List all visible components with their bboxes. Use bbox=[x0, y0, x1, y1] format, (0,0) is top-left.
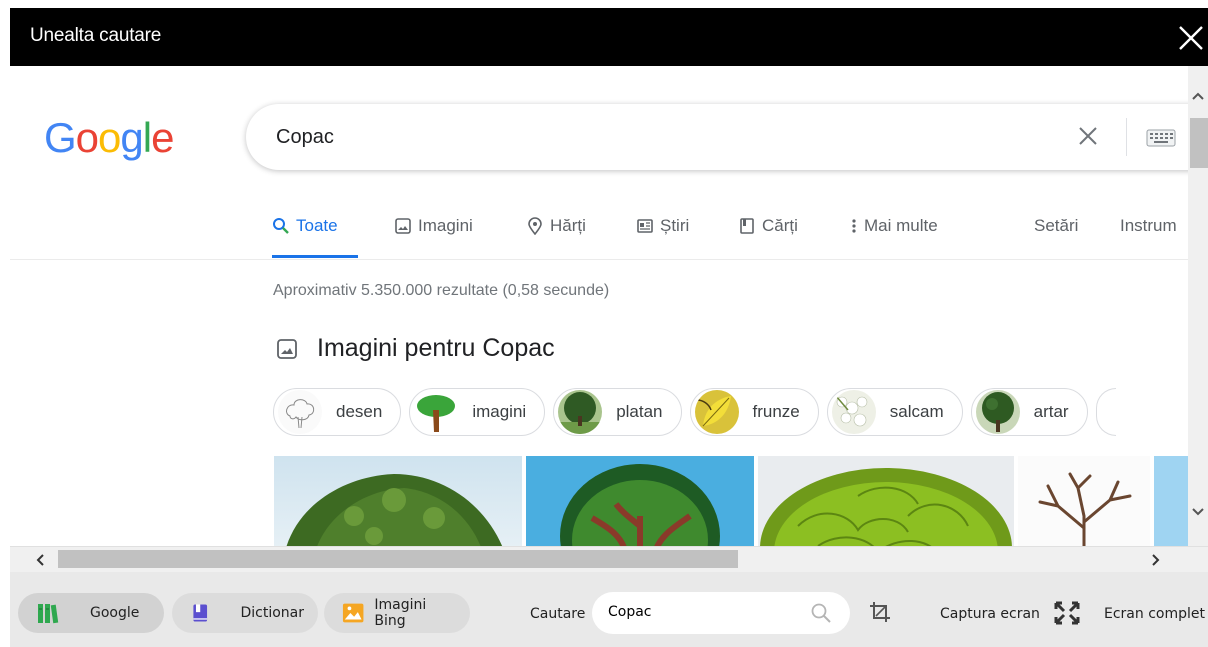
related-chips: desen imagini platan frunze salcam artar bbox=[273, 388, 1116, 436]
tab-instrumente[interactable]: Instrum bbox=[1120, 216, 1177, 236]
tab-label: Hărți bbox=[550, 216, 586, 235]
tab-imagini[interactable]: Imagini bbox=[394, 216, 473, 236]
search-query[interactable]: Copac bbox=[276, 126, 334, 149]
image-result-oak[interactable] bbox=[274, 456, 522, 546]
search-icon[interactable] bbox=[810, 602, 832, 624]
chip-label: frunze bbox=[752, 402, 800, 421]
horizontal-scrollbar[interactable] bbox=[10, 546, 1208, 573]
chip-partial[interactable] bbox=[1095, 388, 1116, 436]
tab-harti[interactable]: Hărți bbox=[526, 216, 586, 236]
logo-letter-l: l bbox=[142, 114, 152, 161]
acacia-flowers-thumb bbox=[831, 390, 876, 434]
title-bar: Unealta cautare bbox=[10, 8, 1208, 66]
chip-artar[interactable]: artar bbox=[970, 388, 1088, 436]
google-logo[interactable]: Google bbox=[44, 114, 174, 162]
chip-label: imagini bbox=[472, 402, 527, 421]
active-tab-indicator bbox=[272, 255, 358, 258]
search-divider bbox=[1126, 118, 1127, 156]
chip-label: artar bbox=[1033, 402, 1069, 421]
toolbar-search-field[interactable] bbox=[592, 592, 850, 634]
chip-imagini[interactable]: imagini bbox=[409, 388, 546, 436]
search-icon bbox=[273, 218, 289, 234]
google-button[interactable]: Google bbox=[18, 593, 164, 633]
horizontal-scroll-thumb[interactable] bbox=[58, 550, 738, 568]
chip-platan[interactable]: platan bbox=[553, 388, 682, 436]
tab-stiri[interactable]: Știri bbox=[636, 216, 689, 236]
dictionar-button[interactable]: Dictionar bbox=[172, 593, 318, 633]
imagini-bing-button[interactable]: Imagini Bing bbox=[324, 593, 470, 633]
chip-salcam[interactable]: salcam bbox=[826, 388, 963, 436]
tree-sketch-thumb bbox=[278, 390, 322, 434]
more-vert-icon bbox=[852, 219, 856, 233]
image-icon bbox=[395, 218, 411, 234]
images-heading[interactable]: Imagini pentru Copac bbox=[275, 334, 555, 363]
logo-letter-o2: o bbox=[98, 114, 121, 161]
tab-label: Imagini bbox=[418, 216, 473, 235]
logo-letter-g2: g bbox=[120, 114, 143, 161]
logo-letter-o1: o bbox=[75, 114, 99, 161]
clear-icon[interactable] bbox=[1076, 124, 1100, 148]
books-icon bbox=[38, 604, 59, 624]
scroll-right-icon[interactable] bbox=[1148, 552, 1164, 568]
image-icon bbox=[277, 338, 297, 359]
chip-label: salcam bbox=[889, 402, 944, 421]
logo-letter-e: e bbox=[151, 114, 174, 161]
imagini-bing-button-label: Imagini Bing bbox=[374, 597, 427, 629]
tab-carti[interactable]: Cărți bbox=[738, 216, 798, 236]
image-result-partial[interactable] bbox=[1154, 456, 1188, 546]
image-result-cartoon-tree[interactable] bbox=[526, 456, 754, 546]
google-button-label: Google bbox=[90, 605, 140, 621]
book-icon bbox=[740, 218, 754, 234]
crop-icon[interactable] bbox=[868, 600, 892, 624]
close-icon[interactable] bbox=[1174, 21, 1208, 55]
tab-setari[interactable]: Setări bbox=[1034, 216, 1078, 236]
logo-letter-g1: G bbox=[44, 114, 77, 161]
keyboard-icon[interactable] bbox=[1146, 129, 1176, 147]
image-result-bare-tree[interactable] bbox=[1018, 456, 1150, 546]
ecran-complet-label[interactable]: Ecran complet bbox=[1104, 606, 1205, 622]
tab-label: Știri bbox=[660, 216, 690, 235]
leaves-thumb bbox=[694, 390, 739, 434]
image-results bbox=[274, 456, 1188, 546]
chip-label: desen bbox=[336, 402, 383, 421]
search-label: Cautare bbox=[530, 606, 586, 622]
tab-toate[interactable]: Toate bbox=[272, 216, 338, 236]
tab-label: Toate bbox=[296, 216, 338, 235]
bottom-toolbar: Google Dictionar Imagini Bing Cautare Ca… bbox=[10, 572, 1208, 647]
scroll-up-icon[interactable] bbox=[1190, 88, 1206, 104]
dictionary-icon bbox=[193, 604, 208, 622]
tab-label: Cărți bbox=[762, 216, 798, 235]
scroll-left-icon[interactable] bbox=[32, 552, 48, 568]
tab-label: Mai multe bbox=[864, 216, 938, 235]
images-heading-text: Imagini pentru Copac bbox=[317, 334, 555, 362]
browser-viewport: Google Copac Toate Imagini Hărți Știri C… bbox=[10, 66, 1188, 546]
dictionar-button-label: Dictionar bbox=[240, 605, 304, 621]
tab-mai-multe[interactable]: Mai multe bbox=[850, 216, 938, 236]
map-pin-icon bbox=[528, 217, 542, 235]
tab-label: Instrum bbox=[1120, 216, 1177, 235]
captura-ecran-label[interactable]: Captura ecran bbox=[940, 606, 1040, 622]
result-stats: Aproximativ 5.350.000 rezultate (0,58 se… bbox=[273, 282, 610, 299]
window-title: Unealta cautare bbox=[30, 25, 162, 46]
toolbar-search-input[interactable] bbox=[606, 603, 800, 621]
google-search-box[interactable]: Copac bbox=[246, 104, 1188, 170]
plane-tree-thumb bbox=[558, 390, 603, 434]
vertical-scrollbar[interactable] bbox=[1188, 66, 1208, 546]
vertical-scroll-thumb[interactable] bbox=[1190, 118, 1208, 168]
maple-tree-thumb bbox=[975, 390, 1020, 434]
fullscreen-icon[interactable] bbox=[1054, 601, 1080, 625]
news-icon bbox=[637, 219, 653, 233]
tree-cartoon-thumb bbox=[414, 390, 459, 434]
chip-frunze[interactable]: frunze bbox=[689, 388, 819, 436]
image-result-tree-top[interactable] bbox=[758, 456, 1014, 546]
tab-label: Setări bbox=[1034, 216, 1079, 235]
scroll-down-icon[interactable] bbox=[1190, 504, 1206, 520]
chip-label: platan bbox=[616, 402, 663, 421]
tabs-divider bbox=[10, 259, 1188, 260]
chip-desen[interactable]: desen bbox=[273, 388, 402, 436]
picture-icon bbox=[342, 603, 364, 623]
